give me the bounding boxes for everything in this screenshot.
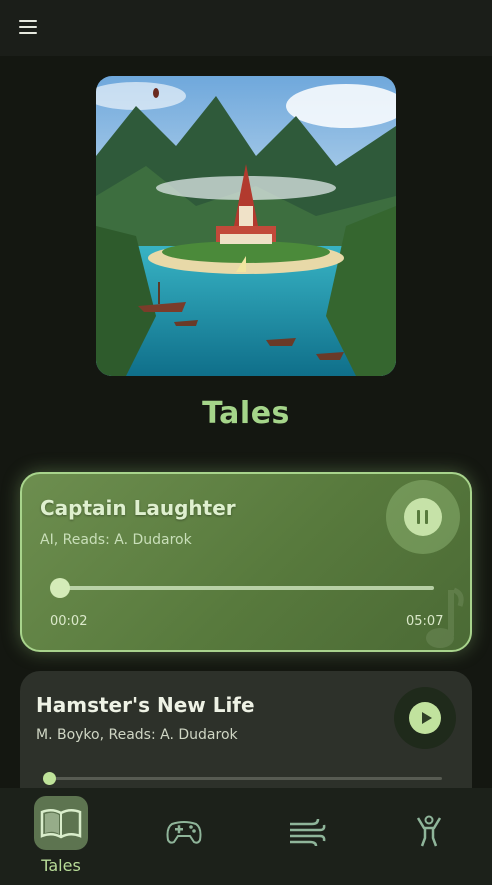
progress-thumb[interactable]: [43, 772, 56, 785]
track-title: Captain Laughter: [40, 496, 236, 520]
nav-item-exercise[interactable]: [369, 788, 492, 885]
now-playing-card[interactable]: Captain Laughter AI, Reads: A. Dudarok 0…: [20, 472, 472, 652]
nav-item-breathing[interactable]: [246, 788, 368, 885]
exercise-person-icon: [416, 815, 442, 847]
wind-icon: [290, 818, 326, 847]
gamepad-icon: [166, 821, 202, 844]
bottom-navigation: Tales: [0, 788, 492, 885]
progress-track[interactable]: [60, 586, 434, 590]
progress-track[interactable]: [48, 777, 442, 780]
nav-item-tales[interactable]: Tales: [0, 788, 122, 885]
play-button[interactable]: [409, 702, 441, 734]
track-subtitle: M. Boyko, Reads: A. Dudarok: [36, 727, 238, 743]
track-subtitle: AI, Reads: A. Dudarok: [40, 532, 192, 548]
hamburger-menu-icon[interactable]: [14, 16, 42, 40]
progress-thumb[interactable]: [50, 578, 70, 598]
nav-label: Tales: [41, 856, 81, 875]
active-indicator: [34, 796, 88, 850]
open-book-icon: [40, 809, 82, 839]
top-app-bar: [0, 0, 492, 56]
track-title: Hamster's New Life: [36, 693, 255, 717]
music-note-icon: [426, 587, 464, 648]
pause-button[interactable]: [404, 498, 442, 536]
play-icon: [422, 712, 432, 724]
elapsed-time: 00:02: [50, 614, 88, 629]
album-cover-image: [96, 76, 396, 376]
page-title: Tales: [202, 396, 290, 431]
nav-item-games[interactable]: [123, 788, 245, 885]
